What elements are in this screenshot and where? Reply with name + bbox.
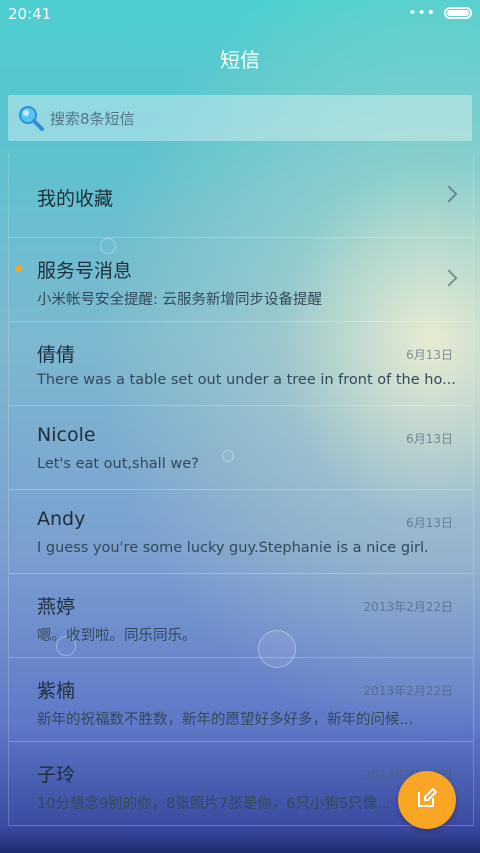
conversation-snippet: There was a table set out under a tree i… [37,372,456,388]
unread-dot-icon [15,265,22,272]
conversation-date: 2013年2月22日 [363,600,453,614]
search-bar[interactable]: 搜索8条短信 [8,95,472,141]
page-title: 短信 [220,48,260,72]
conversation-name: 我的收藏 [37,188,114,210]
list-item[interactable]: Nicole 6月13日 Let's eat out,shall we? [9,406,473,490]
status-time: 20:41 [8,5,52,23]
conversation-snippet: 10分想念9别的你，8张照片7张是你，6只小狗5只像... [37,796,391,812]
battery-icon [444,7,472,19]
list-item[interactable]: Andy 6月13日 I guess you're some lucky guy… [9,490,473,574]
chevron-right-icon [440,269,458,287]
status-bar: 20:41 ••• [0,0,480,28]
conversation-date: 6月13日 [406,516,453,530]
list-item[interactable]: 燕婷 2013年2月22日 嗯。收到啦。同乐同乐。 [9,574,473,658]
search-input[interactable]: 搜索8条短信 [50,108,135,129]
compose-button[interactable] [398,771,456,829]
conversation-name: Andy [37,508,86,530]
conversation-snippet: I guess you're some lucky guy.Stephanie … [37,540,429,556]
conversation-snippet: 新年的祝福数不胜数，新年的愿望好多好多，新年的问候... [37,712,414,728]
search-icon [16,103,46,133]
conversation-name: 倩倩 [37,344,76,366]
list-item[interactable]: 倩倩 6月13日 There was a table set out under… [9,322,473,406]
more-dots-icon: ••• [408,5,436,21]
conversation-snippet: 嗯。收到啦。同乐同乐。 [37,628,197,644]
conversation-snippet: 小米帐号安全提醒: 云服务新增同步设备提醒 [37,292,322,308]
list-item[interactable]: 紫楠 2013年2月22日 新年的祝福数不胜数，新年的愿望好多好多，新年的问候.… [9,658,473,742]
conversation-snippet: Let's eat out,shall we? [37,456,199,472]
status-icons: ••• [408,5,472,21]
list-item-favorites[interactable]: 我的收藏 [9,154,473,238]
conversation-name: 子玲 [37,764,76,786]
compose-icon [416,787,438,813]
chevron-right-icon [440,185,458,203]
list-item-service-messages[interactable]: 服务号消息 小米帐号安全提醒: 云服务新增同步设备提醒 [9,238,473,322]
conversation-date: 6月13日 [406,432,453,446]
conversation-name: 服务号消息 [37,260,133,282]
conversation-name: 紫楠 [37,680,76,702]
conversation-date: 6月13日 [406,348,453,362]
conversation-date: 2013年2月22日 [363,684,453,698]
conversation-list: 我的收藏 服务号消息 小米帐号安全提醒: 云服务新增同步设备提醒 倩倩 6月13… [8,154,474,826]
conversation-name: Nicole [37,424,96,446]
conversation-name: 燕婷 [37,596,76,618]
